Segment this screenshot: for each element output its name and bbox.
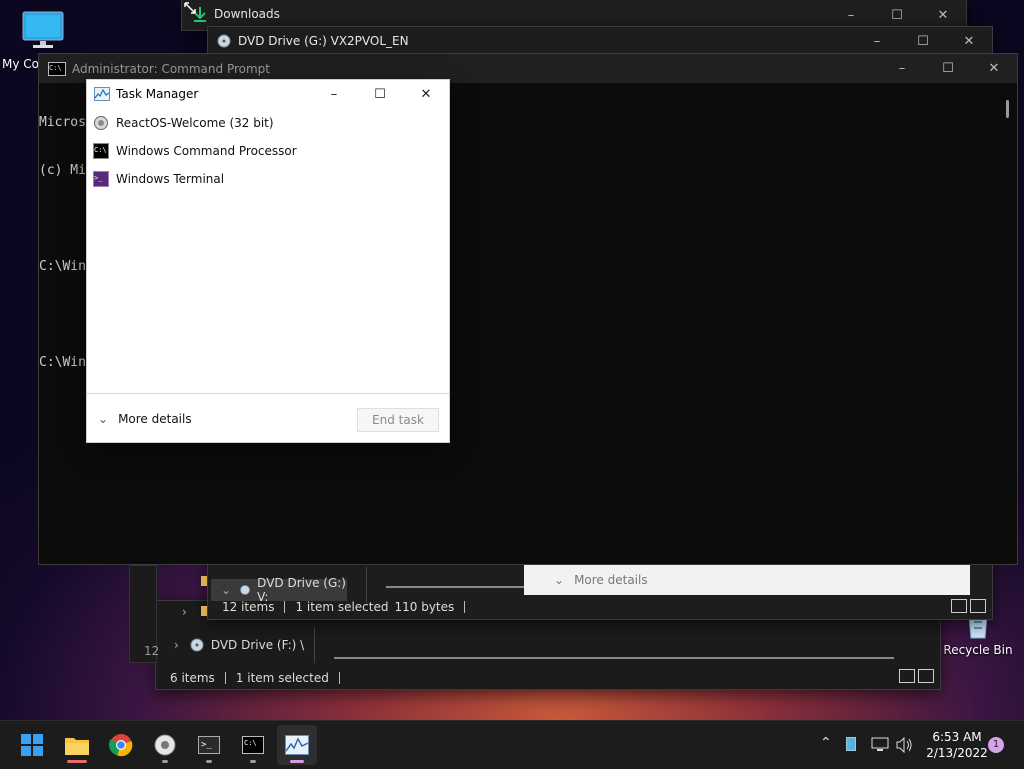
maximize-button[interactable]: ☐ [874, 1, 920, 29]
console-line: Micros [39, 115, 86, 130]
chevron-down-icon: ⌄ [221, 583, 232, 597]
minimize-button[interactable]: – [854, 27, 900, 55]
maximize-button[interactable]: ☐ [900, 27, 946, 55]
window-title: Task Manager [116, 87, 199, 101]
dvd-drive-icon [240, 585, 251, 595]
start-icon [21, 734, 43, 756]
volume-icon[interactable] [895, 737, 913, 753]
task-manager-window[interactable]: Task Manager – ☐ ✕ ReactOS-Welcome (32 b… [86, 79, 450, 443]
task-manager-icon [285, 735, 309, 755]
folder-icon [201, 576, 207, 586]
clock-time: 6:53 AM [932, 730, 982, 744]
taskbar-task-manager[interactable] [277, 725, 317, 765]
active-indicator [290, 760, 304, 763]
tree-item-dvd-f[interactable]: › DVD Drive (F:) \ [174, 637, 304, 653]
resize-cursor-icon [184, 2, 196, 14]
desktop-icon-label: Recycle Bin [943, 643, 1013, 657]
console-line: C:\Win [39, 259, 86, 274]
taskbar-chrome[interactable] [101, 725, 141, 765]
start-button[interactable] [12, 725, 52, 765]
horizontal-scrollbar[interactable] [334, 657, 894, 659]
details-view-icon[interactable] [899, 669, 915, 683]
chevron-right-icon[interactable]: › [182, 605, 187, 619]
running-indicator [206, 760, 212, 763]
details-view-icon[interactable] [951, 599, 967, 613]
clock[interactable]: 6:53 AM 2/13/2022 [922, 729, 992, 761]
horizontal-scrollbar[interactable] [386, 586, 526, 588]
vertical-scrollbar-thumb[interactable] [1006, 100, 1009, 118]
terminal-icon: >_ [93, 171, 109, 187]
close-button[interactable]: ✕ [403, 80, 449, 108]
console-line: C:\Win [39, 355, 86, 370]
task-list-item[interactable]: C:\ Windows Command Processor [93, 140, 297, 162]
monitor-icon [22, 11, 64, 48]
window-title: Administrator: Command Prompt [72, 61, 270, 76]
dvd-drive-icon [190, 638, 204, 652]
taskbar-reactos[interactable] [145, 725, 185, 765]
cmd-icon: C:\ [93, 143, 109, 159]
reactos-icon [154, 734, 176, 756]
reactos-icon [94, 116, 108, 130]
show-hidden-icons-button[interactable]: ⌃ [820, 735, 832, 751]
view-toggle[interactable] [948, 599, 986, 616]
clock-date: 2/13/2022 [926, 746, 988, 760]
large-icons-view-icon[interactable] [970, 599, 986, 613]
terminal-icon: >_ [198, 736, 220, 754]
status-bar: 12 items 1 item selected 110 bytes [222, 596, 992, 618]
task-manager-footer: ⌄ More details End task [87, 393, 449, 443]
cmd-icon: C:\ [242, 736, 264, 754]
console-output[interactable]: Micros (c) Mi C:\Win C:\Win [39, 83, 86, 403]
taskbar: >_ C:\ ⌃ 6:53 AM 2/13/2022 1 [0, 720, 1024, 769]
details-pane[interactable]: ⌄ More details [524, 565, 970, 595]
close-button[interactable]: ✕ [971, 54, 1017, 82]
taskbar-cmd[interactable]: C:\ [233, 725, 273, 765]
task-list-item[interactable]: >_ Windows Terminal [93, 168, 224, 190]
chevron-down-icon: ⌄ [554, 573, 565, 587]
more-details-link[interactable]: More details [118, 412, 192, 426]
notification-badge[interactable]: 1 [988, 737, 1004, 753]
battery-icon[interactable] [846, 737, 856, 751]
maximize-button[interactable]: ☐ [925, 54, 971, 82]
dvd-drive-icon [217, 34, 231, 48]
task-manager-icon [94, 87, 110, 101]
separator-line [314, 627, 315, 663]
running-indicator [67, 760, 87, 763]
window-title: DVD Drive (G:) VX2PVOL_EN [238, 34, 409, 48]
file-explorer-icon [65, 738, 89, 755]
minimize-button[interactable]: – [879, 54, 925, 82]
close-button[interactable]: ✕ [946, 27, 992, 55]
taskbar-terminal[interactable]: >_ [189, 725, 229, 765]
chrome-icon [109, 734, 133, 757]
large-icons-view-icon[interactable] [918, 669, 934, 683]
folder-icon [201, 606, 207, 616]
chevron-down-icon[interactable]: ⌄ [98, 412, 108, 426]
cmd-icon: C:\ [48, 61, 66, 76]
taskbar-file-explorer[interactable] [57, 725, 97, 765]
more-details-label[interactable]: More details [574, 573, 648, 587]
view-toggle[interactable] [896, 669, 934, 686]
status-bar: 6 items 1 item selected [170, 667, 940, 689]
close-button[interactable]: ✕ [920, 1, 966, 29]
maximize-button[interactable]: ☐ [357, 80, 403, 108]
minimize-button[interactable]: – [311, 80, 357, 108]
task-list-item[interactable]: ReactOS-Welcome (32 bit) [93, 112, 274, 134]
end-task-button[interactable]: End task [357, 408, 439, 432]
console-line: (c) Mi [39, 163, 86, 178]
running-indicator [162, 760, 168, 763]
running-indicator [250, 760, 256, 763]
window-title: Downloads [214, 7, 280, 21]
chevron-right-icon: › [174, 638, 179, 652]
network-icon[interactable] [871, 737, 889, 753]
minimize-button[interactable]: – [828, 1, 874, 29]
partial-count: 12 [144, 644, 160, 658]
